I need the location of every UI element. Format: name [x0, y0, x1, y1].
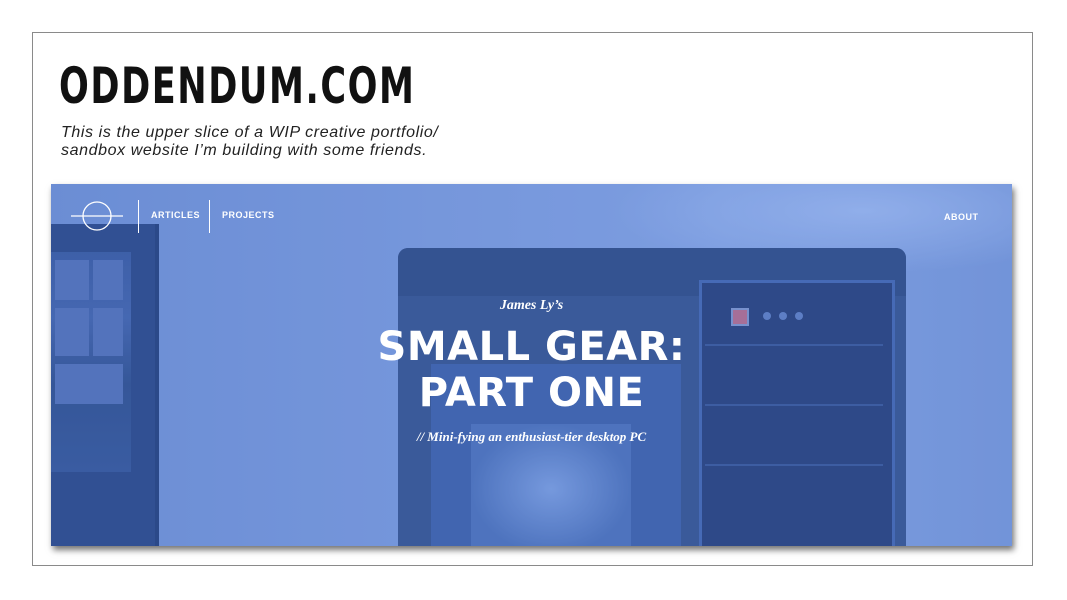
nav-articles-link[interactable]: ARTICLES: [151, 210, 200, 220]
article-byline: James Ly’s: [499, 298, 564, 313]
article-subtitle: // Mini-fying an enthusiast-tier desktop…: [416, 429, 647, 444]
site-title: ODDENDUM.COM: [59, 57, 416, 115]
nav-divider: [138, 200, 139, 233]
headline-line-2: PART ONE: [418, 370, 645, 416]
nav-about-link[interactable]: ABOUT: [944, 212, 979, 222]
site-caption: This is the upper slice of a WIP creativ…: [61, 124, 438, 160]
caption-line-2: sandbox website I’m building with some f…: [61, 142, 428, 159]
circle-crosshair-logo-icon[interactable]: [71, 200, 123, 232]
article-headline[interactable]: SMALL GEAR: PART ONE: [51, 324, 1012, 416]
headline-line-1: SMALL GEAR:: [377, 324, 686, 370]
nav-divider: [209, 200, 210, 233]
nav-projects-link[interactable]: PROJECTS: [222, 210, 275, 220]
hero-banner: ARTICLES PROJECTS ABOUT James Ly’s SMALL…: [51, 184, 1012, 546]
caption-line-1: This is the upper slice of a WIP creativ…: [61, 124, 439, 141]
